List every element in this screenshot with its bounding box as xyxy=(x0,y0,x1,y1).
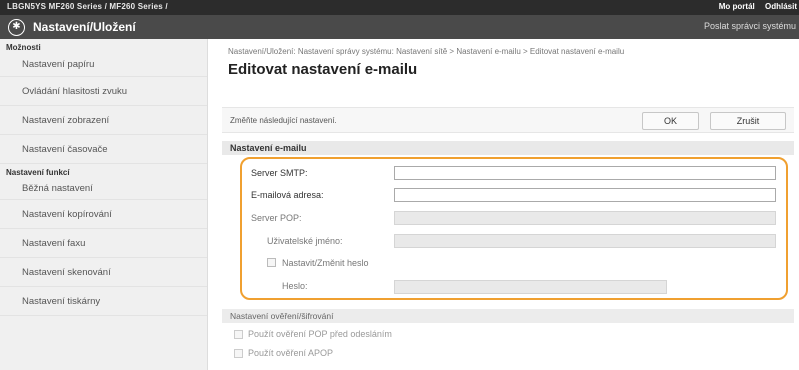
sidebar-item-volume[interactable]: Ovládání hlasitosti zvuku xyxy=(0,77,207,106)
set-password-checkbox[interactable] xyxy=(267,258,276,267)
username-label: Uživatelské jméno: xyxy=(267,236,343,246)
apop-checkbox[interactable] xyxy=(234,349,243,359)
sidebar-item-display[interactable]: Nastavení zobrazení xyxy=(0,106,207,135)
email-settings-header: Nastavení e-mailu xyxy=(222,141,794,155)
sidebar-item-timer[interactable]: Nastavení časovače xyxy=(0,135,207,164)
apop-label: Použít ověření APOP xyxy=(248,348,334,358)
logout-link[interactable]: Odhlásit xyxy=(765,2,797,11)
apop-option[interactable]: Použít ověření APOP xyxy=(234,348,334,359)
set-password-label: Nastavit/Změnit heslo xyxy=(282,258,369,268)
breadcrumb[interactable]: Nastavení/Uložení: Nastavení správy syst… xyxy=(228,47,624,56)
smtp-label: Server SMTP: xyxy=(251,168,308,178)
instruction-text: Změňte následující nastavení. xyxy=(230,116,337,125)
cancel-button[interactable]: Zrušit xyxy=(710,112,786,130)
smtp-server-input[interactable] xyxy=(394,166,776,180)
ok-button[interactable]: OK xyxy=(642,112,699,130)
sidebar-item-fax[interactable]: Nastavení faxu xyxy=(0,229,207,258)
title-bar: ✱ Nastavení/Uložení Poslat správci systé… xyxy=(0,15,799,39)
pop-before-send-option[interactable]: Použít ověření POP před odesláním xyxy=(234,329,392,340)
pop-before-send-checkbox[interactable] xyxy=(234,330,243,340)
sidebar-item-printer[interactable]: Nastavení tiskárny xyxy=(0,287,207,316)
auth-settings-header: Nastavení ověření/šifrování xyxy=(222,309,794,323)
sidebar-item-common[interactable]: Běžná nastavení xyxy=(0,178,207,200)
top-links: Mo portál Odhlásit xyxy=(711,2,797,11)
sidebar-section-options: Možnosti xyxy=(6,43,41,52)
sidebar-section-functions: Nastavení funkcí xyxy=(6,168,70,177)
pop-before-send-label: Použít ověření POP před odesláním xyxy=(248,329,392,339)
email-address-input[interactable] xyxy=(394,188,776,202)
portal-link[interactable]: Mo portál xyxy=(719,2,755,11)
email-label: E-mailová adresa: xyxy=(251,190,324,200)
send-to-admin-link[interactable]: Poslat správci systému xyxy=(704,21,796,31)
pop-label: Server POP: xyxy=(251,213,302,223)
auth-section: Nastavení ověření/šifrování Použít ověře… xyxy=(222,309,794,370)
main-content: Nastavení/Uložení: Nastavení správy syst… xyxy=(208,39,799,370)
action-bar: Změňte následující nastavení. OK Zrušit xyxy=(222,107,794,133)
sidebar-item-scan[interactable]: Nastavení skenování xyxy=(0,258,207,287)
sidebar-item-paper[interactable]: Nastavení papíru xyxy=(0,53,207,77)
pop-server-input[interactable] xyxy=(394,211,776,225)
settings-logo-icon: ✱ xyxy=(8,19,25,36)
sidebar: Možnosti Nastavení papíru Ovládání hlasi… xyxy=(0,39,208,370)
page-title: Editovat nastavení e-mailu xyxy=(228,61,418,78)
password-label: Heslo: xyxy=(282,281,308,291)
top-bar: LBGN5YS MF260 Series / MF260 Series / Mo… xyxy=(0,0,799,15)
device-name: LBGN5YS MF260 Series / MF260 Series / xyxy=(7,2,168,11)
sidebar-item-copy[interactable]: Nastavení kopírování xyxy=(0,200,207,229)
password-input[interactable] xyxy=(394,280,667,294)
app-title: Nastavení/Uložení xyxy=(33,20,136,34)
username-input[interactable] xyxy=(394,234,776,248)
